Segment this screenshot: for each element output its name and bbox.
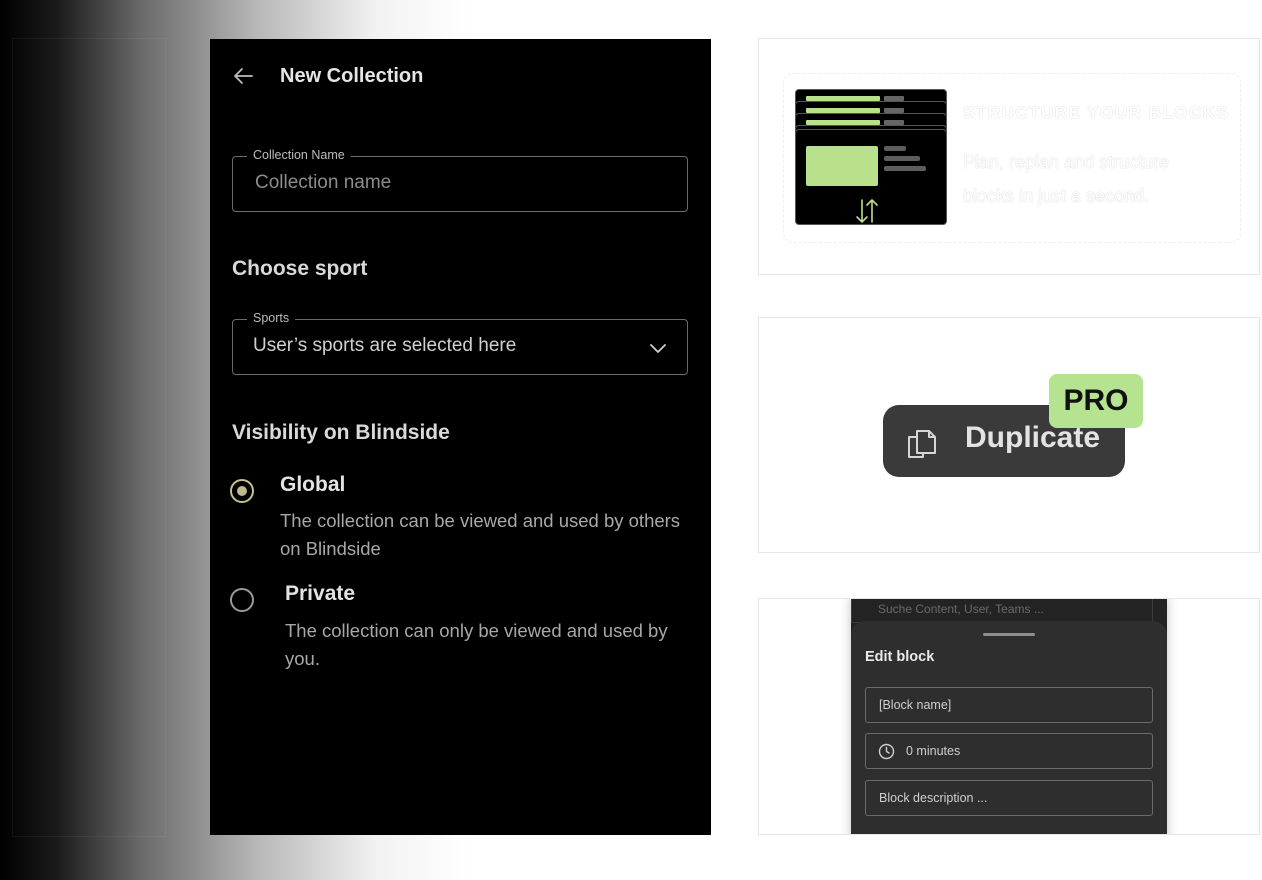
edit-block-title: Edit block — [865, 649, 935, 665]
feature-card-edit-block: Suche Content, User, Teams ... Edit bloc… — [758, 598, 1260, 835]
clock-icon — [878, 743, 895, 760]
background-frame — [12, 38, 166, 837]
structure-description: Plan, replan and structure blocks in jus… — [963, 152, 1170, 206]
visibility-heading: Visibility on Blindside — [232, 421, 450, 444]
private-option-description: The collection can only be viewed and us… — [285, 620, 668, 669]
back-arrow-icon[interactable] — [232, 65, 254, 87]
search-input[interactable]: Suche Content, User, Teams ... — [851, 599, 1153, 623]
pro-badge: PRO — [1049, 374, 1143, 428]
new-collection-screen: New Collection Collection Name Choose sp… — [210, 39, 711, 835]
edit-block-screen: Suche Content, User, Teams ... Edit bloc… — [851, 599, 1167, 834]
stack-card-front — [795, 129, 947, 225]
sheet-handle[interactable] — [983, 633, 1035, 636]
block-stack-illustration — [795, 89, 949, 227]
block-duration-input[interactable]: 0 minutes — [865, 733, 1153, 769]
structure-title: STRUCTURE YOUR BLOCKS — [963, 103, 1230, 122]
global-option-description: The collection can be viewed and used by… — [280, 510, 681, 559]
collection-name-field[interactable]: Collection Name — [232, 148, 688, 212]
chevron-down-icon — [650, 344, 666, 353]
visibility-option-global[interactable]: Global The collection can be viewed and … — [230, 473, 690, 566]
feature-card-structure: STRUCTURE YOUR BLOCKS Plan, replan and s… — [758, 38, 1260, 275]
collection-name-input[interactable] — [253, 171, 657, 195]
edit-block-sheet: Edit block [Block name] 0 minutes Block … — [851, 621, 1167, 834]
private-option-title: Private — [285, 582, 356, 605]
block-duration-value: 0 minutes — [906, 744, 961, 758]
global-radio[interactable] — [230, 479, 254, 503]
swap-arrows-icon — [856, 199, 878, 223]
feature-card-duplicate: Duplicate PRO — [758, 317, 1260, 553]
private-radio[interactable] — [230, 588, 254, 612]
page-title: New Collection — [280, 64, 424, 87]
collection-name-label: Collection Name — [247, 148, 351, 162]
visibility-option-private[interactable]: Private The collection can only be viewe… — [230, 582, 690, 676]
sports-selected-value: User’s sports are selected here — [253, 335, 517, 356]
block-name-input[interactable]: [Block name] — [865, 687, 1153, 723]
sports-label: Sports — [247, 311, 296, 325]
global-option-title: Global — [280, 473, 346, 496]
header: New Collection — [232, 63, 423, 89]
sports-select[interactable]: Sports User’s sports are selected here — [232, 311, 688, 375]
block-description-input[interactable]: Block description ... — [865, 780, 1153, 816]
copy-icon — [908, 430, 936, 458]
choose-sport-heading: Choose sport — [232, 257, 368, 280]
